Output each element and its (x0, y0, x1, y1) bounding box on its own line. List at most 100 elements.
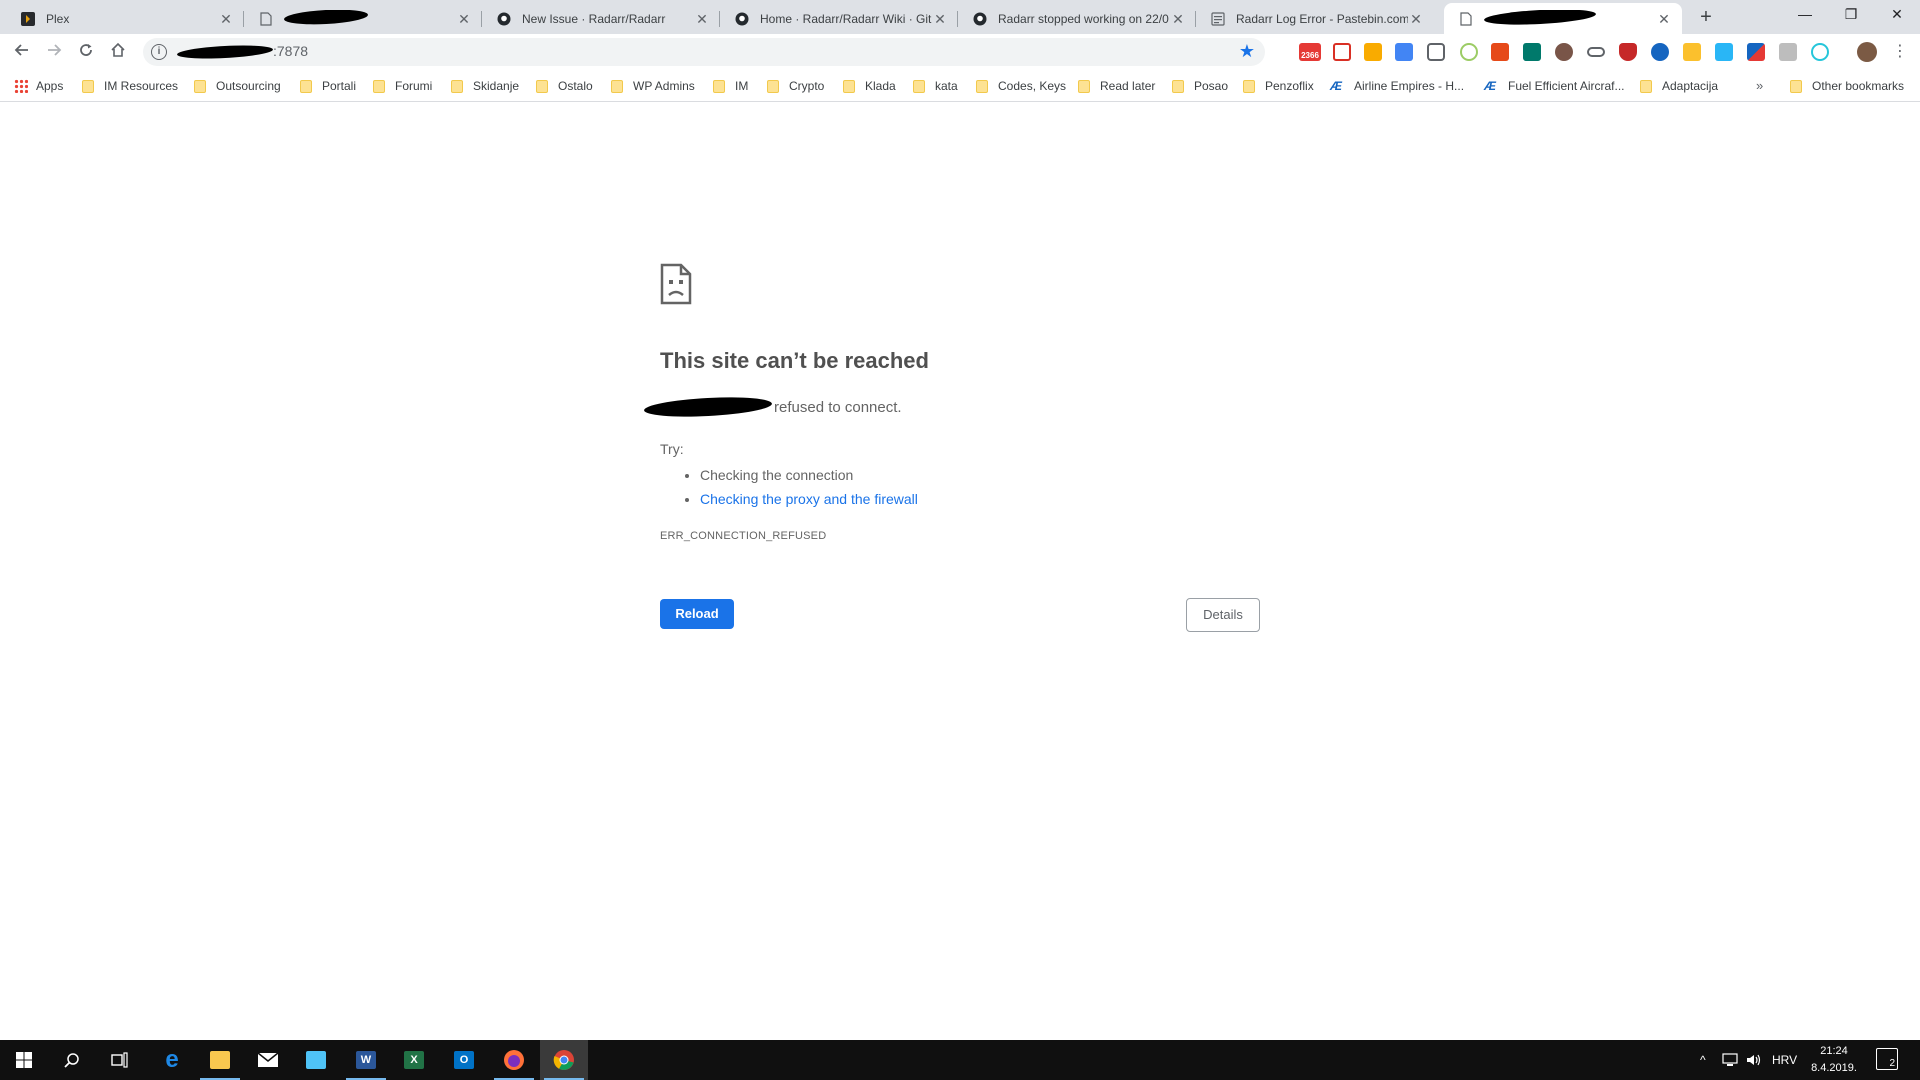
extension-icon[interactable] (1555, 43, 1573, 61)
close-icon[interactable]: ✕ (1170, 11, 1186, 27)
close-icon[interactable]: ✕ (456, 11, 472, 27)
maximize-button[interactable]: ❐ (1828, 0, 1874, 30)
minimize-button[interactable]: — (1782, 0, 1828, 30)
taskbar-excel[interactable]: X (390, 1040, 438, 1080)
details-button[interactable]: Details (1186, 598, 1260, 632)
bookmark-folder[interactable]: Skidanje (451, 76, 519, 96)
back-button[interactable] (10, 40, 34, 64)
close-icon[interactable]: ✕ (1408, 11, 1424, 27)
ublock-extension-icon[interactable] (1619, 43, 1637, 61)
notification-center-icon[interactable]: 2 (1876, 1048, 1898, 1070)
extension-icon[interactable] (1715, 43, 1733, 61)
bookmarks-overflow-button[interactable]: » (1756, 78, 1763, 93)
extension-icon[interactable] (1651, 43, 1669, 61)
extension-icon[interactable] (1460, 43, 1478, 61)
suggestion-check-proxy[interactable]: Checking the proxy and the firewall (700, 487, 918, 511)
taskbar-file-explorer[interactable] (196, 1040, 244, 1080)
tray-expand-button[interactable]: ^ (1700, 1040, 1706, 1080)
bookmark-folder[interactable]: Codes, Keys (976, 76, 1066, 96)
extension-icon[interactable] (1683, 43, 1701, 61)
sync-extension-icon[interactable] (1811, 43, 1829, 61)
profile-avatar[interactable] (1857, 42, 1877, 62)
link-extension-icon[interactable] (1587, 47, 1605, 57)
bookmark-apps[interactable]: Apps (14, 76, 63, 96)
close-icon[interactable]: ✕ (694, 11, 710, 27)
windows-taskbar: e W X O ^ HRV 21:24 8.4.2019. 2 (0, 1040, 1920, 1080)
bookmark-folder[interactable]: Forumi (373, 76, 432, 96)
bookmark-folder[interactable]: Portali (300, 76, 356, 96)
bookmark-folder[interactable]: WP Admins (611, 76, 695, 96)
taskbar-mail[interactable] (244, 1040, 292, 1080)
taskbar-outlook-app[interactable] (292, 1040, 340, 1080)
folder-icon (373, 79, 385, 93)
bookmark-site[interactable]: Æ Fuel Efficient Aircraf... (1484, 76, 1625, 96)
tab-pastebin[interactable]: Radarr Log Error - Pastebin.com ✕ (1196, 3, 1434, 34)
tab-redacted-1[interactable]: ✕ (244, 3, 482, 34)
tab-active-redacted[interactable]: ✕ (1444, 3, 1682, 34)
forward-button[interactable] (42, 40, 66, 64)
bookmark-star-icon[interactable]: ★ (1239, 41, 1255, 62)
folder-icon (767, 79, 779, 93)
word-icon: W (356, 1051, 376, 1069)
other-bookmarks[interactable]: Other bookmarks (1790, 76, 1904, 96)
extension-icon[interactable] (1779, 43, 1797, 61)
bookmark-folder[interactable]: Posao (1172, 76, 1228, 96)
gmail-extension-icon[interactable] (1333, 43, 1351, 61)
bookmark-folder[interactable]: IM Resources (82, 76, 178, 96)
refresh-button[interactable] (74, 40, 98, 64)
clock[interactable]: 21:24 8.4.2019. (1808, 1043, 1860, 1077)
tab-plex[interactable]: Plex ✕ (6, 3, 244, 34)
reload-button[interactable]: Reload (660, 599, 734, 629)
clock-date: 8.4.2019. (1811, 1062, 1857, 1074)
info-icon[interactable]: i (151, 44, 167, 60)
search-button[interactable] (48, 1040, 96, 1080)
folder-icon (1790, 79, 1802, 93)
volume-icon[interactable] (1746, 1040, 1762, 1080)
tab-wiki[interactable]: Home · Radarr/Radarr Wiki · GitH ✕ (720, 3, 958, 34)
tab-new-issue[interactable]: New Issue · Radarr/Radarr ✕ (482, 3, 720, 34)
folder-icon (300, 79, 312, 93)
task-view-button[interactable] (96, 1040, 144, 1080)
address-bar[interactable]: i :7878 ★ (143, 38, 1265, 66)
error-detail-text: refused to connect. (774, 398, 902, 416)
bookmark-folder[interactable]: kata (913, 76, 958, 96)
extension-icon[interactable] (1491, 43, 1509, 61)
menu-icon[interactable]: ⋮ (1892, 40, 1908, 64)
bookmark-folder[interactable]: Penzoflix (1243, 76, 1314, 96)
close-icon[interactable]: ✕ (1656, 11, 1672, 27)
translate-extension-icon[interactable] (1395, 43, 1413, 61)
folder-icon (1078, 79, 1090, 93)
error-detail: refused to connect. (643, 394, 902, 420)
extension-icon[interactable] (1747, 43, 1765, 61)
error-title: This site can’t be reached (660, 348, 929, 373)
bookmark-folder[interactable]: IM (713, 76, 748, 96)
bookmark-folder[interactable]: Ostalo (536, 76, 593, 96)
taskbar-firefox[interactable] (490, 1040, 538, 1080)
tab-radarr-stopped[interactable]: Radarr stopped working on 22/0 ✕ (958, 3, 1196, 34)
extension-icon[interactable] (1523, 43, 1541, 61)
taskbar-outlook[interactable]: O (440, 1040, 488, 1080)
bookmark-site[interactable]: Æ Airline Empires - H... (1330, 76, 1464, 96)
search-icon (64, 1053, 79, 1068)
url-text[interactable]: :7878 (176, 43, 308, 61)
close-icon[interactable]: ✕ (218, 11, 234, 27)
proxy-firewall-link[interactable]: Checking the proxy and the firewall (700, 491, 918, 507)
taskbar-edge[interactable]: e (148, 1040, 196, 1080)
start-button[interactable] (0, 1040, 48, 1080)
gmail-checker-extension-icon[interactable]: 2366 (1299, 43, 1321, 61)
pocket-extension-icon[interactable] (1427, 43, 1445, 61)
bookmark-folder[interactable]: Klada (843, 76, 896, 96)
close-window-button[interactable]: ✕ (1874, 0, 1920, 30)
bookmark-folder[interactable]: Crypto (767, 76, 824, 96)
bookmark-folder[interactable]: Read later (1078, 76, 1155, 96)
language-indicator[interactable]: HRV (1772, 1040, 1797, 1080)
network-icon[interactable] (1722, 1040, 1738, 1080)
close-icon[interactable]: ✕ (932, 11, 948, 27)
taskbar-chrome[interactable] (540, 1040, 588, 1080)
new-tab-button[interactable]: + (1694, 6, 1718, 30)
home-button[interactable] (106, 40, 130, 64)
bookmark-folder[interactable]: Adaptacija (1640, 76, 1718, 96)
extension-icon[interactable] (1364, 43, 1382, 61)
taskbar-word[interactable]: W (342, 1040, 390, 1080)
bookmark-folder[interactable]: Outsourcing (194, 76, 281, 96)
